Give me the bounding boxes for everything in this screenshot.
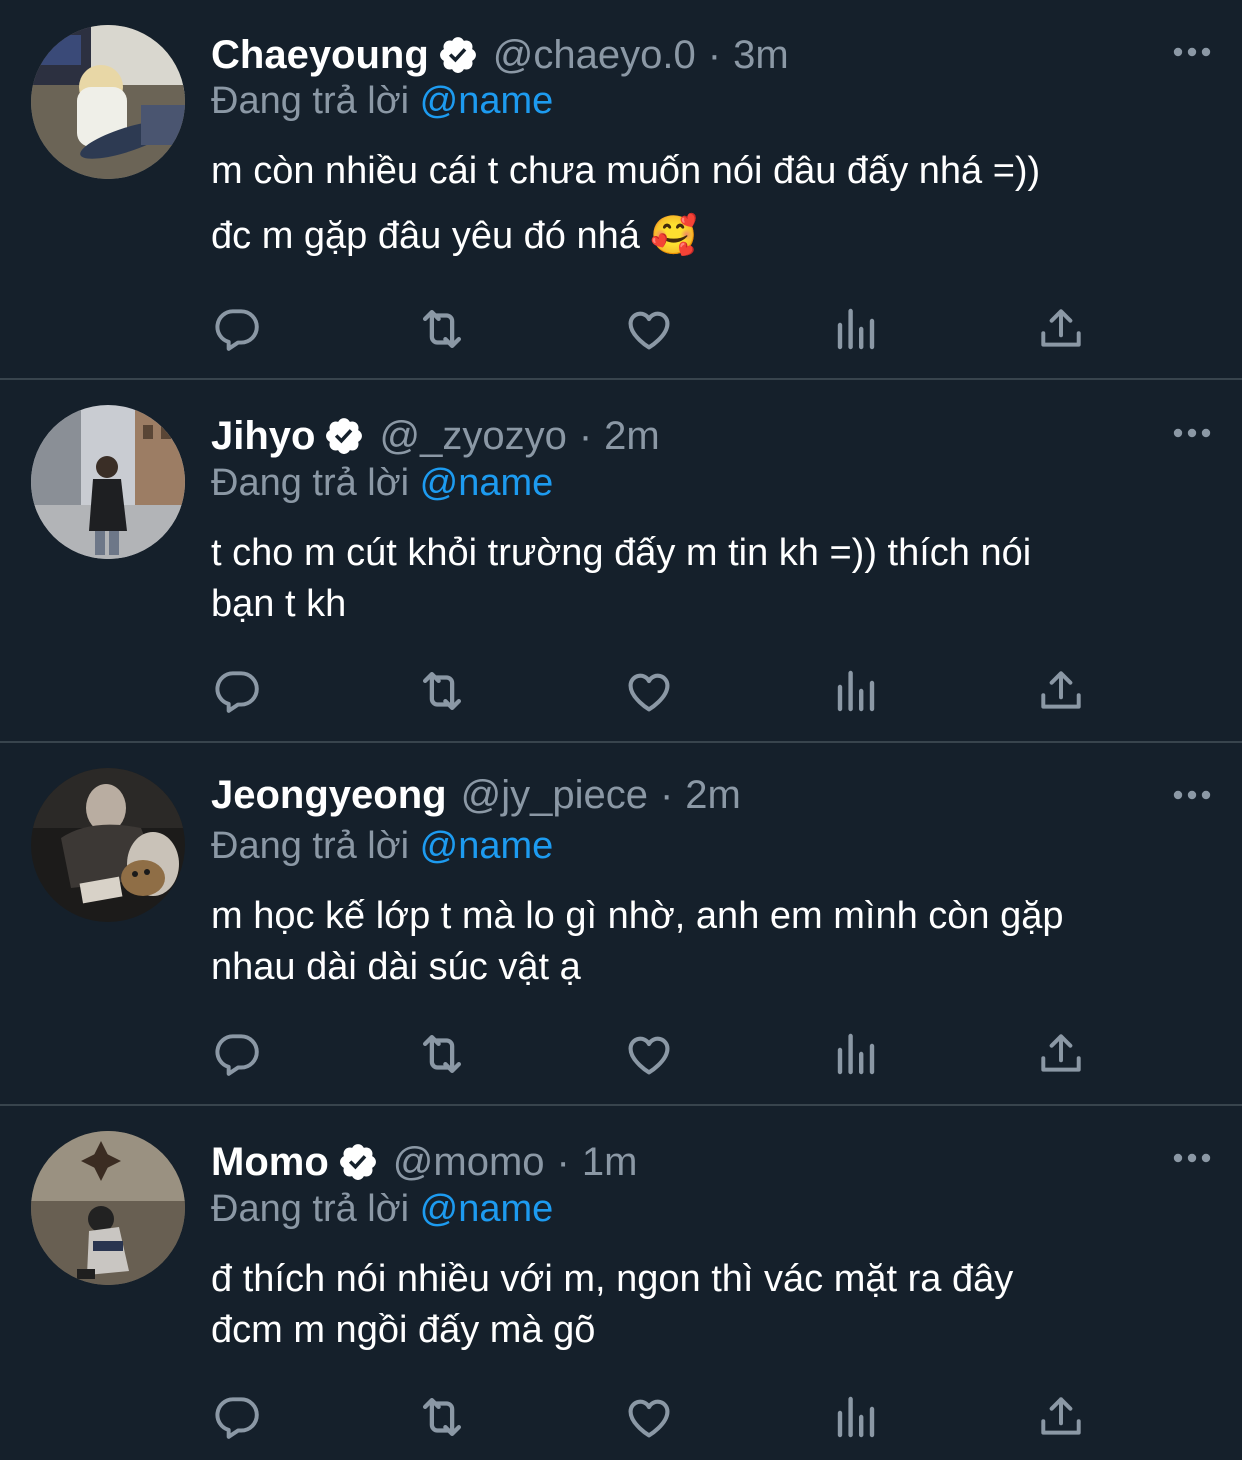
- bar-chart-icon: [837, 1033, 875, 1075]
- tweet-text-line: đc m gặp đâu yêu đó nhá 🥰: [211, 215, 698, 257]
- tweet-text: m học kế lớp t mà lo gì nhờ, anh em mình…: [211, 891, 1211, 993]
- tweet-1[interactable]: Chaeyoung @chaeyo.0 · 3m Đang trả lời @n…: [0, 0, 1242, 378]
- user-handle[interactable]: @momo: [393, 1140, 545, 1185]
- reply-mention-link[interactable]: @name: [420, 825, 554, 867]
- reply-mention-link[interactable]: @name: [420, 1188, 554, 1230]
- timestamp[interactable]: 3m: [733, 33, 789, 78]
- tweet-header: Momo @momo · 1m: [211, 1134, 637, 1190]
- retweet-icon: [422, 1034, 462, 1074]
- tweet-text: đ thích nói nhiều với m, ngon thì vác mặ…: [211, 1254, 1211, 1356]
- avatar[interactable]: [31, 1131, 185, 1285]
- separator-dot: ·: [707, 32, 722, 77]
- reply-button[interactable]: [210, 1027, 264, 1081]
- tweet-header: Jihyo @_zyozyo · 2m: [211, 408, 660, 464]
- views-button[interactable]: [829, 302, 883, 356]
- user-handle[interactable]: @_zyozyo: [379, 414, 566, 459]
- speech-bubble-icon: [215, 671, 259, 713]
- reply-mention-link[interactable]: @name: [420, 80, 554, 122]
- tweet-3[interactable]: Jeongyeong @jy_piece · 2m Đang trả lời @…: [0, 743, 1242, 1104]
- tweet-header: Jeongyeong @jy_piece · 2m: [211, 767, 741, 823]
- user-handle[interactable]: @chaeyo.0: [493, 33, 696, 78]
- speech-bubble-icon: [215, 309, 259, 351]
- share-button[interactable]: [1034, 1390, 1088, 1444]
- separator-dot: ·: [556, 1139, 570, 1184]
- bar-chart-icon: [837, 670, 875, 712]
- retweet-icon: [422, 1397, 462, 1437]
- tweet-text-line: đ thích nói nhiều với m, ngon thì vác mặ…: [211, 1258, 1014, 1300]
- tweet-text-line: m còn nhiều cái t chưa muốn nói đâu đấy …: [211, 150, 1041, 192]
- display-name[interactable]: Momo: [211, 1140, 329, 1185]
- share-upload-icon: [1041, 309, 1081, 347]
- bar-chart-icon: [837, 1396, 875, 1438]
- tweet-text: t cho m cút khỏi trường đấy m tin kh =))…: [211, 528, 1211, 630]
- display-name[interactable]: Jeongyeong: [211, 773, 447, 818]
- replying-to: Đang trả lời @name: [211, 1188, 553, 1231]
- tweet-text-line: m học kế lớp t mà lo gì nhờ, anh em mình…: [211, 895, 1064, 937]
- tweet-text-line: đcm m ngồi đấy mà gõ: [211, 1309, 596, 1351]
- like-button[interactable]: [622, 1390, 676, 1444]
- heart-icon: [628, 311, 670, 350]
- replying-label: Đang trả lời: [211, 825, 410, 867]
- tweet-text: m còn nhiều cái t chưa muốn nói đâu đấy …: [211, 146, 1211, 262]
- avatar[interactable]: [31, 768, 185, 922]
- speech-bubble-icon: [215, 1034, 259, 1076]
- views-button[interactable]: [829, 1027, 883, 1081]
- more-dots-icon[interactable]: [1172, 413, 1212, 453]
- bar-chart-icon: [837, 308, 875, 350]
- replying-label: Đang trả lời: [211, 462, 410, 504]
- retweet-button[interactable]: [415, 1027, 469, 1081]
- more-dots-icon[interactable]: [1172, 775, 1212, 815]
- avatar[interactable]: [31, 25, 185, 179]
- replying-label: Đang trả lời: [211, 1188, 410, 1230]
- replying-to: Đang trả lời @name: [211, 825, 553, 868]
- share-upload-icon: [1041, 671, 1081, 709]
- retweet-icon: [422, 309, 462, 349]
- tweet-text-line: bạn t kh: [211, 583, 347, 625]
- share-button[interactable]: [1034, 302, 1088, 356]
- display-name[interactable]: Chaeyoung: [211, 33, 429, 78]
- verified-badge-icon: [437, 34, 479, 76]
- retweet-icon: [422, 671, 462, 711]
- heart-icon: [628, 1036, 670, 1075]
- share-button[interactable]: [1034, 1027, 1088, 1081]
- share-upload-icon: [1041, 1034, 1081, 1072]
- tweet-text-line: t cho m cút khỏi trường đấy m tin kh =))…: [211, 532, 1032, 574]
- share-upload-icon: [1041, 1397, 1081, 1435]
- tweet-2[interactable]: Jihyo @_zyozyo · 2m Đang trả lời @name t…: [0, 380, 1242, 741]
- retweet-button[interactable]: [415, 302, 469, 356]
- tweet-text-line: nhau dài dài súc vật ạ: [211, 946, 581, 988]
- speech-bubble-icon: [215, 1397, 259, 1439]
- separator-dot: ·: [659, 772, 674, 817]
- user-handle[interactable]: @jy_piece: [461, 773, 648, 818]
- verified-badge-icon: [337, 1141, 379, 1183]
- views-button[interactable]: [829, 1390, 883, 1444]
- timestamp[interactable]: 2m: [685, 773, 741, 818]
- timestamp[interactable]: 1m: [582, 1140, 638, 1185]
- views-button[interactable]: [829, 664, 883, 718]
- replying-label: Đang trả lời: [211, 80, 410, 122]
- reply-button[interactable]: [210, 302, 264, 356]
- avatar[interactable]: [31, 405, 185, 559]
- tweet-4[interactable]: Momo @momo · 1m Đang trả lời @name đ thí…: [0, 1106, 1242, 1460]
- share-button[interactable]: [1034, 664, 1088, 718]
- tweet-header: Chaeyoung @chaeyo.0 · 3m: [211, 27, 789, 83]
- reply-mention-link[interactable]: @name: [420, 462, 554, 504]
- reply-button[interactable]: [210, 664, 264, 718]
- display-name[interactable]: Jihyo: [211, 414, 315, 459]
- timestamp[interactable]: 2m: [604, 414, 660, 459]
- heart-icon: [628, 673, 670, 712]
- like-button[interactable]: [622, 664, 676, 718]
- separator-dot: ·: [578, 413, 593, 458]
- retweet-button[interactable]: [415, 664, 469, 718]
- replying-to: Đang trả lời @name: [211, 80, 553, 123]
- verified-badge-icon: [323, 415, 365, 457]
- retweet-button[interactable]: [415, 1390, 469, 1444]
- more-dots-icon[interactable]: [1172, 32, 1212, 72]
- more-dots-icon[interactable]: [1172, 1138, 1212, 1178]
- like-button[interactable]: [622, 302, 676, 356]
- like-button[interactable]: [622, 1027, 676, 1081]
- replying-to: Đang trả lời @name: [211, 462, 553, 505]
- reply-button[interactable]: [210, 1390, 264, 1444]
- heart-icon: [628, 1399, 670, 1438]
